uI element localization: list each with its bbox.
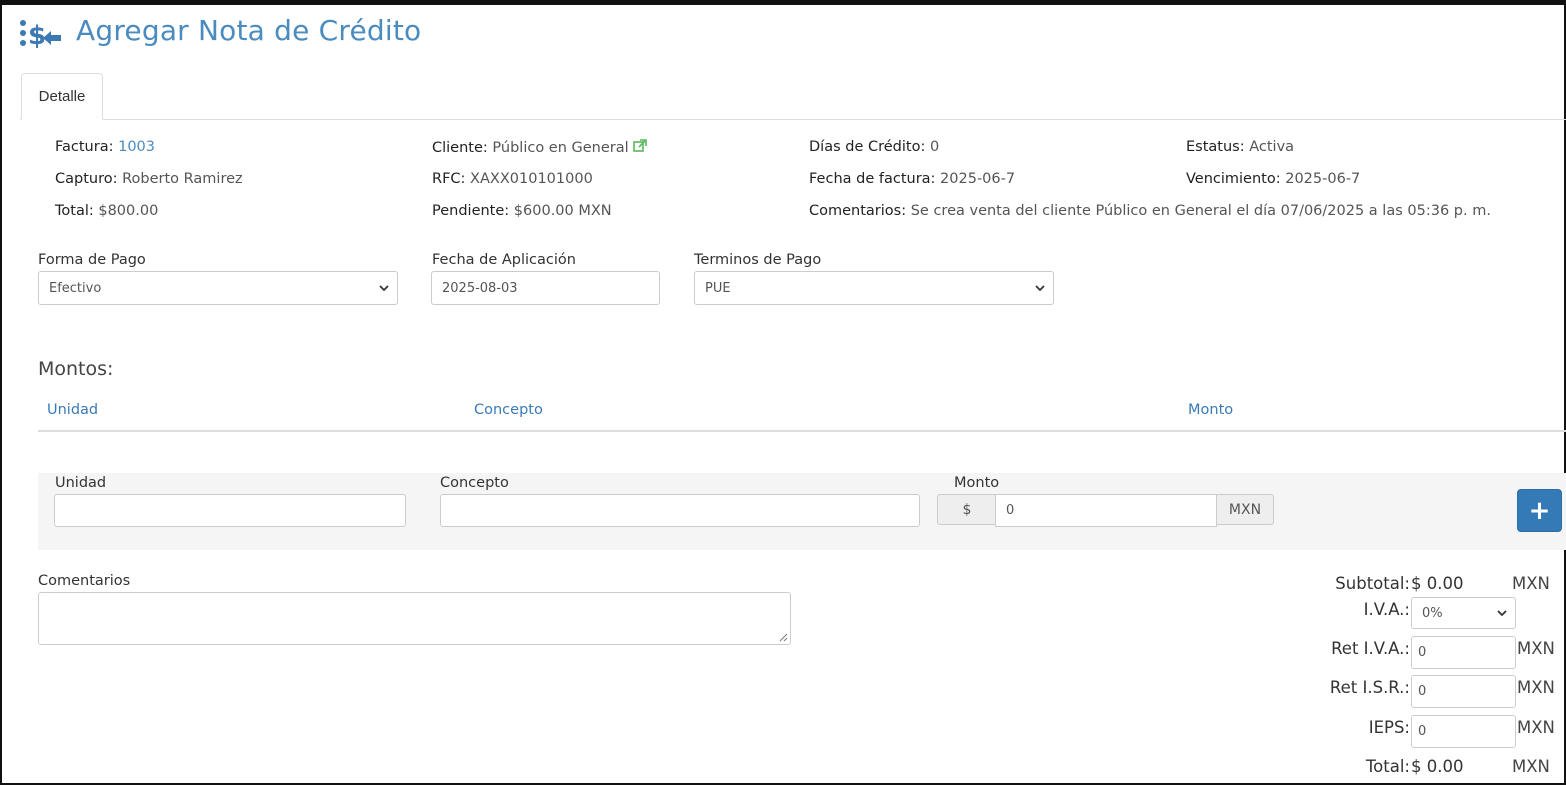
detail-vencimiento: Vencimiento: 2025-06-7 <box>1186 171 1360 187</box>
comentarios-label: Comentarios <box>38 573 131 589</box>
currency-suffix-addon: MXN <box>1216 494 1274 525</box>
pendiente-value: $600.00 MXN <box>513 203 612 219</box>
plus-icon: + <box>1528 495 1551 526</box>
page-title: Agregar Nota de Crédito <box>76 14 422 47</box>
ret-isr-input[interactable]: 0 <box>1411 675 1516 708</box>
add-monto-label: Monto <box>954 475 1000 491</box>
forma-pago-select[interactable]: Efectivo <box>38 271 398 305</box>
cliente-value: Público en General <box>492 140 629 156</box>
column-header-monto[interactable]: Monto <box>1188 402 1233 418</box>
vencimiento-value: 2025-06-7 <box>1285 171 1361 187</box>
tab-detalle-label: Detalle <box>38 88 86 105</box>
montos-heading: Montos: <box>38 358 114 380</box>
total-label: Total: <box>55 203 94 219</box>
ret-iva-value: 0 <box>1418 645 1427 660</box>
add-monto-input[interactable]: 0 <box>995 494 1217 527</box>
fecha-aplicacion-value: 2025-08-03 <box>442 280 518 296</box>
comentarios-textarea[interactable] <box>38 592 791 645</box>
tab-bar-border <box>20 119 1566 120</box>
iva-select[interactable]: 0% <box>1411 597 1516 629</box>
iva-label: I.V.A.: <box>1363 600 1410 619</box>
ieps-input[interactable]: 0 <box>1411 715 1516 748</box>
detail-dias-credito: Días de Crédito: 0 <box>809 139 939 155</box>
ieps-label: IEPS: <box>1368 718 1410 737</box>
column-header-concepto[interactable]: Concepto <box>474 402 543 418</box>
rfc-value: XAXX010101000 <box>470 171 593 187</box>
total-value: $800.00 <box>98 203 159 219</box>
detail-factura: Factura: 1003 <box>55 139 155 155</box>
column-header-unidad[interactable]: Unidad <box>47 402 98 418</box>
ret-iva-input[interactable]: 0 <box>1411 636 1516 669</box>
vencimiento-label: Vencimiento: <box>1186 171 1281 187</box>
forma-pago-label: Forma de Pago <box>38 252 146 268</box>
detail-cliente: Cliente: Público en General <box>432 139 647 156</box>
detail-comentarios: Comentarios: Se crea venta del cliente P… <box>809 203 1491 219</box>
rfc-label: RFC: <box>432 171 466 187</box>
resize-grip-icon[interactable] <box>779 633 788 642</box>
factura-link[interactable]: 1003 <box>118 139 155 155</box>
chevron-down-icon <box>1497 610 1507 617</box>
ret-iva-currency: MXN <box>1517 639 1555 658</box>
terminos-pago-label: Terminos de Pago <box>694 252 822 268</box>
total-currency: MXN <box>1512 757 1550 776</box>
total-value-summary: $ 0.00 <box>1411 757 1464 776</box>
iva-value: 0% <box>1422 605 1443 621</box>
svg-text:$: $ <box>28 21 46 51</box>
detail-pendiente: Pendiente: $600.00 MXN <box>432 203 612 219</box>
page-frame <box>0 0 1566 785</box>
ieps-value: 0 <box>1418 724 1427 739</box>
ieps-currency: MXN <box>1517 718 1555 737</box>
comentarios-detail-value: Se crea venta del cliente Público en Gen… <box>910 203 1491 219</box>
detail-capturo: Capturo: Roberto Ramirez <box>55 171 243 187</box>
capturo-value: Roberto Ramirez <box>122 171 243 187</box>
external-link-icon[interactable] <box>632 139 647 153</box>
table-header-divider <box>38 430 1566 432</box>
add-row-button[interactable]: + <box>1517 489 1562 532</box>
add-concepto-label: Concepto <box>440 475 509 491</box>
fecha-factura-label: Fecha de factura: <box>809 171 936 187</box>
fecha-aplicacion-input[interactable]: 2025-08-03 <box>431 271 660 305</box>
dias-credito-value: 0 <box>929 139 940 155</box>
detail-estatus: Estatus: Activa <box>1186 139 1294 155</box>
ret-isr-label: Ret I.S.R.: <box>1329 678 1410 697</box>
money-transfer-icon: $ <box>20 20 61 51</box>
chevron-down-icon <box>379 285 389 292</box>
dias-credito-label: Días de Crédito: <box>809 139 926 155</box>
comentarios-detail-label: Comentarios: <box>809 203 907 219</box>
ret-isr-currency: MXN <box>1517 678 1555 697</box>
subtotal-currency: MXN <box>1512 574 1550 593</box>
factura-label: Factura: <box>55 139 114 155</box>
add-concepto-input[interactable] <box>440 494 920 527</box>
subtotal-value: $ 0.00 <box>1411 574 1464 593</box>
terminos-pago-value: PUE <box>705 280 731 296</box>
pendiente-label: Pendiente: <box>432 203 510 219</box>
estatus-value: Activa <box>1249 139 1295 155</box>
cliente-label: Cliente: <box>432 140 488 156</box>
detail-total: Total: $800.00 <box>55 203 158 219</box>
forma-pago-value: Efectivo <box>49 280 102 296</box>
tab-detalle[interactable]: Detalle <box>21 73 103 120</box>
total-label-summary: Total: <box>1365 757 1410 776</box>
detail-rfc: RFC: XAXX010101000 <box>432 171 593 187</box>
add-monto-value: 0 <box>1006 503 1015 518</box>
currency-prefix-addon: $ <box>937 494 996 525</box>
capturo-label: Capturo: <box>55 171 118 187</box>
ret-isr-value: 0 <box>1418 684 1427 699</box>
subtotal-label: Subtotal: <box>1335 574 1410 593</box>
terminos-pago-select[interactable]: PUE <box>694 271 1054 305</box>
add-unidad-input[interactable] <box>54 494 406 527</box>
fecha-factura-value: 2025-06-7 <box>940 171 1016 187</box>
add-unidad-label: Unidad <box>55 475 107 491</box>
detail-fecha-factura: Fecha de factura: 2025-06-7 <box>809 171 1015 187</box>
chevron-down-icon <box>1035 285 1045 292</box>
ret-iva-label: Ret I.V.A.: <box>1331 639 1410 658</box>
estatus-label: Estatus: <box>1186 139 1245 155</box>
fecha-aplicacion-label: Fecha de Aplicación <box>432 252 576 268</box>
